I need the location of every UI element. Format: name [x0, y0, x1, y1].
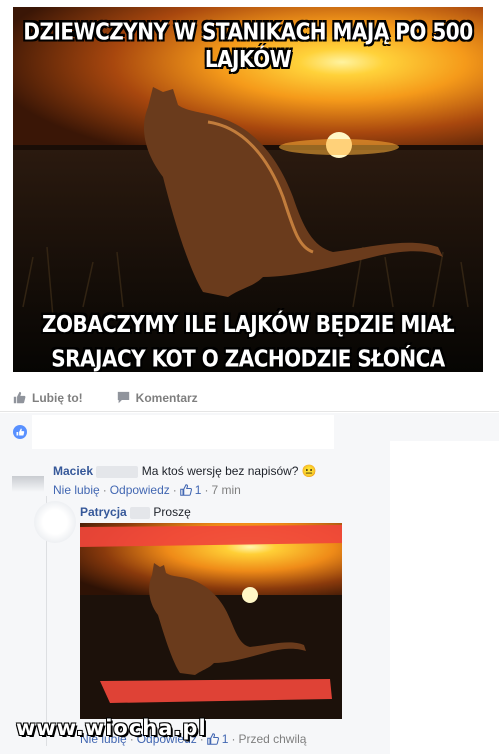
like-reaction-icon [13, 425, 27, 439]
facebook-post: DZIEWCZYNY W STANIKACH MAJĄ PO 500 LAJKÓ… [0, 0, 499, 754]
post-actions-bar: Lubię to! Komentarz [0, 384, 499, 412]
redacted-name [96, 465, 139, 478]
like-count[interactable]: 1 [195, 483, 202, 497]
reply-comment: Patrycja Proszę [80, 505, 191, 519]
meme-bottom-caption-line1: ZOBACZYMY ILE LAJKÓW BĘDZIE MIAŁ [41, 309, 455, 338]
meme-image[interactable]: DZIEWCZYNY W STANIKACH MAJĄ PO 500 LAJKÓ… [13, 7, 483, 372]
unlike-link[interactable]: Nie lubię [53, 483, 100, 497]
comment-author[interactable]: Maciek [53, 464, 93, 478]
watermark-logo: www.wiocha.pl [16, 716, 207, 740]
avatar[interactable] [34, 501, 76, 543]
meme-top-caption: DZIEWCZYNY W STANIKACH MAJĄ PO 500 LAJKÓ… [23, 17, 473, 73]
meme-bottom-caption-line2: SRAJACY KOT O ZACHODZIE SŁOŃCA [51, 344, 445, 372]
reply-time[interactable]: Przed chwilą [238, 732, 306, 746]
thumbs-up-icon [13, 391, 26, 404]
redacted-area [32, 415, 334, 449]
comment-time[interactable]: 7 min [211, 483, 240, 497]
like-button[interactable]: Lubię to! [13, 391, 83, 405]
comment-icon [117, 391, 129, 404]
comments-section: Maciek Ma ktoś wersję bez napisów? 😐 Nie… [0, 413, 499, 754]
like-label: Lubię to! [32, 390, 83, 405]
reactions-summary[interactable] [13, 425, 27, 444]
sunset-cat-no-caption-illustration [80, 523, 342, 719]
comment-button[interactable]: Komentarz [117, 391, 198, 405]
comment: Maciek Ma ktoś wersję bez napisów? 😐 [53, 464, 317, 478]
thumbs-up-icon [206, 733, 219, 745]
reply-attached-image[interactable] [80, 523, 342, 719]
reply-link[interactable]: Odpowiedz [110, 483, 170, 497]
redacted-name [130, 506, 151, 519]
like-count[interactable]: 1 [222, 732, 229, 746]
avatar[interactable] [12, 460, 44, 492]
reply-text: Proszę [153, 505, 191, 519]
neutral-face-emoji: 😐 [301, 464, 317, 478]
reply-author[interactable]: Patrycja [80, 505, 127, 519]
comment-label: Komentarz [135, 390, 198, 405]
meme-bottom-caption: ZOBACZYMY ILE LAJKÓW BĘDZIE MIAŁ SRAJACY… [13, 307, 483, 372]
comment-meta: Nie lubię · Odpowiedz · 1 · 7 min [53, 483, 241, 497]
redacted-area [390, 441, 499, 754]
thumbs-up-icon [179, 484, 192, 496]
comment-text: Ma ktoś wersję bez napisów? [141, 464, 299, 478]
